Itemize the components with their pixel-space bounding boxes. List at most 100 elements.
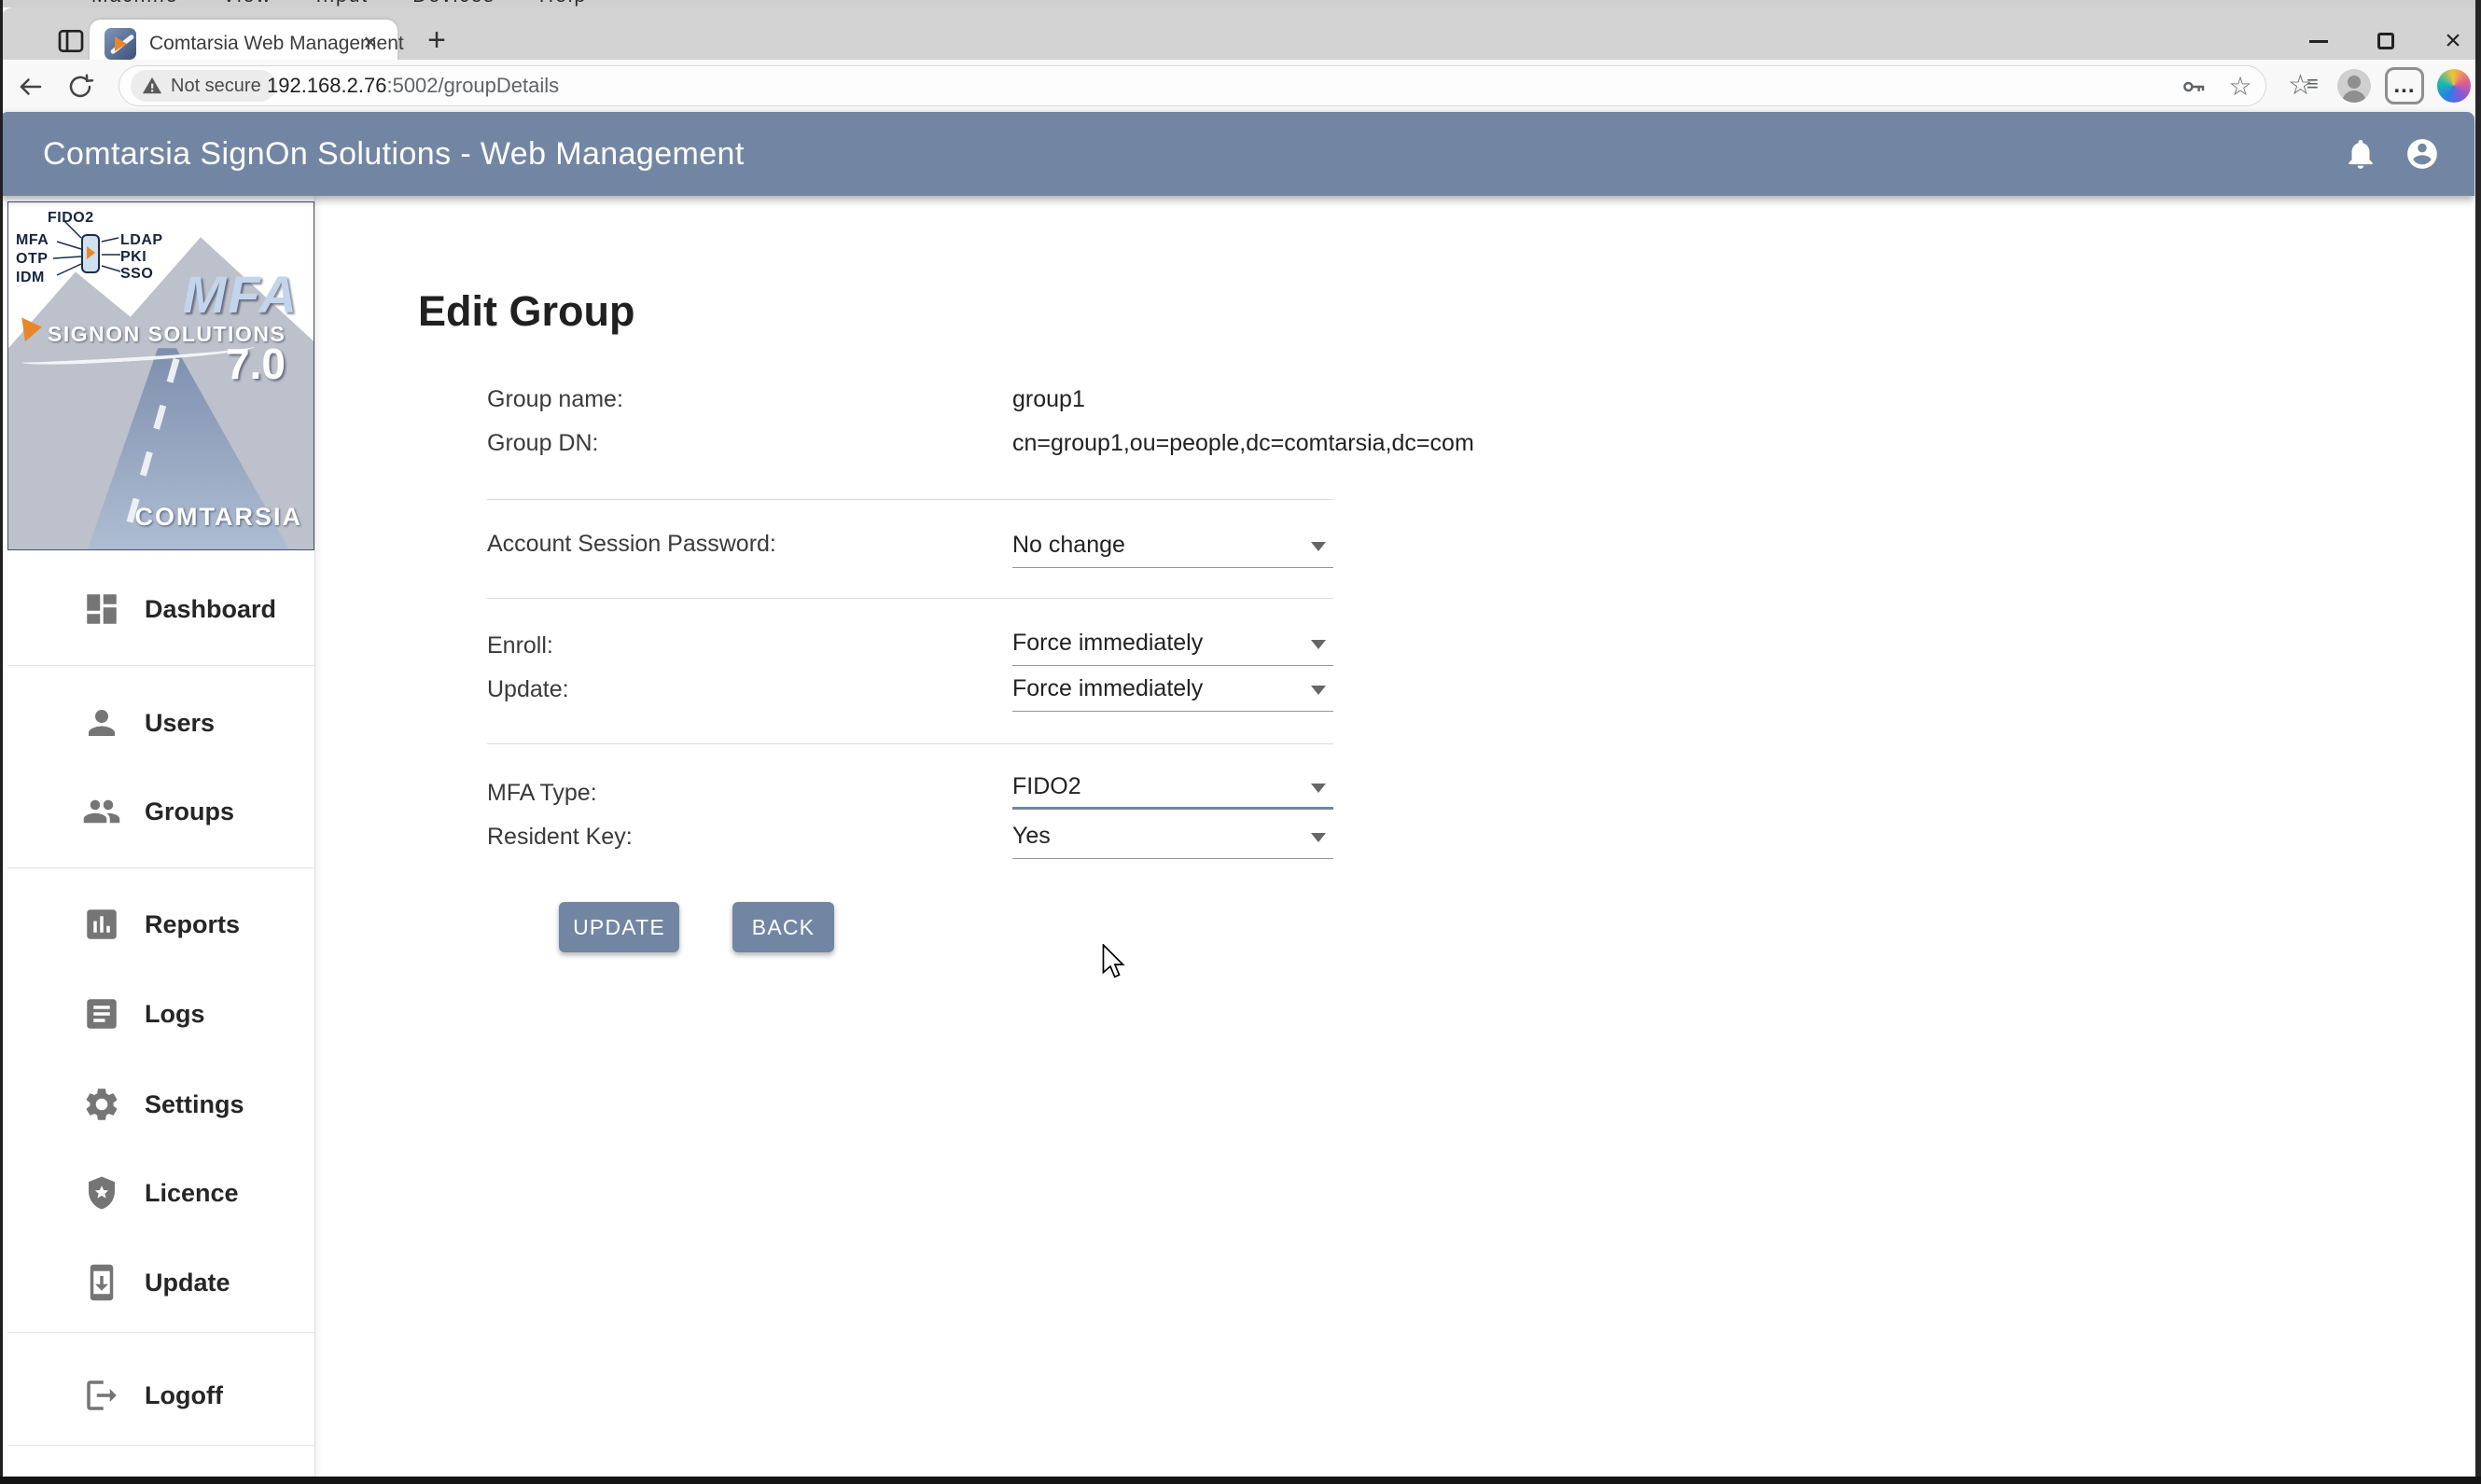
- account-session-password-label: Account Session Password:: [487, 531, 776, 557]
- sidebar-item-label: Reports: [145, 910, 241, 938]
- new-tab-button[interactable]: +: [416, 21, 457, 62]
- sidebar-item-logs[interactable]: Logs: [7, 975, 315, 1053]
- notifications-bell-icon[interactable]: [2343, 136, 2378, 172]
- reports-icon: [87, 909, 117, 939]
- sidebar-item-label: Update: [145, 1269, 230, 1297]
- form-divider: [487, 598, 1333, 599]
- chevron-down-icon: [1311, 542, 1326, 551]
- address-bar[interactable]: Not secure 192.168.2.76:5002/groupDetail…: [118, 65, 2266, 106]
- favorites-icon[interactable]: ☆ ≡: [2288, 69, 2321, 103]
- logo-version: 7.0: [226, 340, 286, 388]
- sidebar-item-label: Settings: [145, 1090, 244, 1118]
- account-icon[interactable]: [2404, 136, 2440, 172]
- mfa-diagram: FIDO2 MFA OTP IDM LDAP PKI SSO: [16, 210, 165, 290]
- site-security-chip[interactable]: Not secure: [131, 70, 276, 102]
- tab-bar: Comtarsia Web Management × + ×: [0, 7, 2481, 67]
- app-header: Comtarsia SignOn Solutions - Web Managem…: [0, 112, 2474, 196]
- logout-icon: [87, 1380, 117, 1410]
- sidebar-item-settings[interactable]: Settings: [7, 1065, 315, 1144]
- account-session-password-select[interactable]: No change: [1012, 525, 1333, 568]
- mfa-type-select[interactable]: FIDO2: [1012, 767, 1333, 810]
- sidebar-item-label: Logoff: [145, 1381, 223, 1409]
- tab-actions-icon[interactable]: [54, 26, 88, 56]
- logo-label-sso: SSO: [120, 266, 154, 282]
- resident-key-label: Resident Key:: [487, 824, 633, 850]
- vm-border-right: [2475, 0, 2481, 1484]
- product-logo: FIDO2 MFA OTP IDM LDAP PKI SSO MFA SIGNO…: [7, 201, 314, 550]
- groups-icon: [83, 799, 120, 824]
- sidebar-item-label: Logs: [145, 1000, 205, 1028]
- group-name-label: Group name:: [487, 386, 623, 412]
- mfa-type-label: MFA Type:: [487, 780, 597, 806]
- url-host: 192.168.2.76: [267, 74, 387, 97]
- sidebar-item-update[interactable]: Update: [7, 1243, 315, 1322]
- sidebar-item-label: Users: [145, 709, 216, 737]
- group-name-value: group1: [1012, 386, 1085, 412]
- profile-avatar[interactable]: [2337, 69, 2371, 103]
- comtarsia-favicon: [105, 28, 136, 60]
- security-label: Not secure: [171, 75, 261, 96]
- sidebar-divider: [7, 1332, 315, 1333]
- logo-label-fido2: FIDO2: [48, 210, 94, 226]
- sidebar-item-groups[interactable]: Groups: [7, 772, 315, 851]
- user-icon: [89, 710, 115, 736]
- update-select[interactable]: Force immediately: [1012, 669, 1333, 712]
- page-title: Edit Group: [418, 287, 635, 335]
- logo-label-pki: PKI: [120, 249, 147, 265]
- logo-mfa-big: MFA: [182, 265, 299, 324]
- logo-hub-icon: [81, 234, 100, 273]
- logo-label-ldap: LDAP: [120, 232, 163, 248]
- group-dn-value: cn=group1,ou=people,dc=comtarsia,dc=com: [1012, 430, 1474, 456]
- sidebar: FIDO2 MFA OTP IDM LDAP PKI SSO MFA SIGNO…: [7, 196, 315, 1477]
- logo-arrow-icon: [21, 314, 44, 342]
- back-button[interactable]: BACK: [732, 902, 834, 952]
- enroll-label: Enroll:: [487, 632, 553, 659]
- form-divider: [487, 499, 1333, 500]
- sidebar-item-licence[interactable]: Licence: [7, 1154, 315, 1232]
- back-icon[interactable]: [17, 73, 45, 101]
- logs-icon: [87, 999, 117, 1029]
- warning-icon: [142, 76, 162, 94]
- refresh-icon[interactable]: [66, 73, 94, 101]
- chevron-down-icon: [1311, 640, 1326, 649]
- enroll-select[interactable]: Force immediately: [1012, 623, 1333, 666]
- password-key-icon[interactable]: [2180, 73, 2208, 101]
- licence-shield-icon: [89, 1176, 115, 1210]
- app-title: Comtarsia SignOn Solutions - Web Managem…: [43, 136, 745, 172]
- chevron-down-icon: [1311, 833, 1326, 842]
- logo-label-mfa: MFA: [16, 232, 49, 248]
- chevron-down-icon: [1311, 784, 1326, 793]
- bookmark-star-icon[interactable]: ☆: [2226, 73, 2254, 101]
- sidebar-item-reports[interactable]: Reports: [7, 885, 315, 964]
- sidebar-item-logoff[interactable]: Logoff: [7, 1356, 315, 1435]
- settings-gear-icon: [86, 1089, 118, 1120]
- sidebar-divider: [7, 665, 315, 666]
- sidebar-item-dashboard[interactable]: Dashboard: [7, 570, 315, 648]
- chevron-down-icon: [1311, 686, 1326, 695]
- mouse-cursor: [1102, 944, 1125, 978]
- group-dn-label: Group DN:: [487, 430, 599, 456]
- vm-border-left: [0, 0, 3, 1484]
- sidebar-divider: [7, 867, 315, 868]
- logo-brand: COMTARSIA: [134, 503, 302, 531]
- url-path: :5002/groupDetails: [386, 74, 560, 97]
- sidebar-item-label: Groups: [145, 797, 235, 825]
- sidebar-divider: [7, 1445, 315, 1446]
- sidebar-item-users[interactable]: Users: [7, 684, 315, 762]
- vm-menu-strip: Machine View Input Devices Help: [0, 0, 2481, 7]
- main-content: Edit Group Group name: group1 Group DN: …: [316, 196, 2471, 1477]
- screen: Machine View Input Devices Help Comtarsi…: [0, 0, 2481, 1484]
- vm-border-bottom: [0, 1477, 2481, 1484]
- update-button[interactable]: UPDATE: [559, 902, 679, 952]
- update-label: Update:: [487, 676, 569, 702]
- vm-menu-text: Machine View Input Devices Help: [91, 0, 587, 7]
- url-text[interactable]: 192.168.2.76:5002/groupDetails: [267, 66, 559, 105]
- settings-more-icon[interactable]: ...: [2385, 67, 2424, 104]
- dashboard-icon: [87, 594, 117, 624]
- sidebar-item-label: Dashboard: [145, 595, 277, 623]
- sidebar-item-label: Licence: [145, 1179, 239, 1207]
- logo-label-idm: IDM: [16, 270, 45, 285]
- copilot-icon[interactable]: [2437, 69, 2471, 103]
- tab-close-icon[interactable]: ×: [356, 29, 384, 57]
- resident-key-select[interactable]: Yes: [1012, 816, 1333, 859]
